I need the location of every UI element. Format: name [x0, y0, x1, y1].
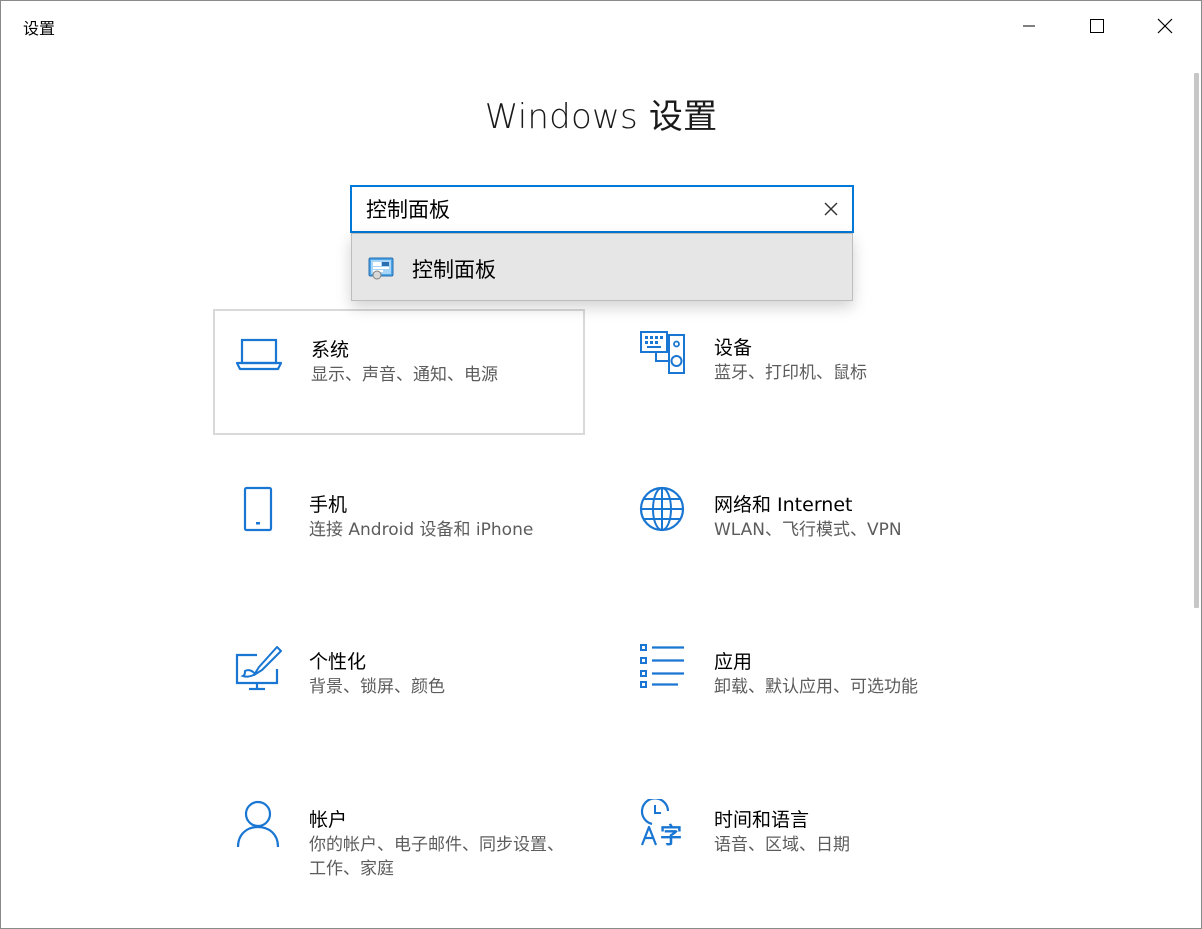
tile-desc: 卸载、默认应用、可选功能 — [714, 677, 918, 697]
scrollbar[interactable] — [1194, 73, 1199, 608]
tile-desc: 蓝牙、打印机、鼠标 — [714, 363, 867, 383]
control-panel-icon — [368, 256, 394, 284]
minimize-icon — [1023, 25, 1035, 27]
tile-desc: 显示、声音、通知、电源 — [311, 365, 498, 385]
tile-accounts[interactable]: 帐户 你的帐户、电子邮件、同步设置、工作、家庭 — [213, 781, 585, 907]
clear-search-button[interactable] — [818, 196, 844, 222]
tile-title: 个性化 — [309, 651, 367, 673]
settings-window: 设置 Windows 设置 系统 显示、声音、通知、电源 设备 蓝牙、打印机、鼠… — [0, 0, 1202, 929]
tile-time-language[interactable]: 字 时间和语言 语音、区域、日期 — [618, 781, 990, 907]
tile-phone[interactable]: 手机 连接 Android 设备和 iPhone — [213, 466, 585, 592]
tile-desc: 语音、区域、日期 — [714, 835, 850, 855]
tile-desc: 连接 Android 设备和 iPhone — [309, 520, 534, 540]
tile-devices[interactable]: 设备 蓝牙、打印机、鼠标 — [618, 309, 990, 435]
laptop-icon — [235, 329, 285, 379]
maximize-icon — [1090, 19, 1104, 33]
page-title: Windows 设置 — [484, 97, 718, 137]
tile-title: 设备 — [714, 337, 753, 359]
personalization-icon — [233, 641, 283, 691]
tile-network[interactable]: 网络和 Internet WLAN、飞行模式、VPN — [618, 466, 990, 592]
tile-title: 系统 — [311, 339, 350, 361]
app-title: 设置 — [23, 19, 56, 38]
close-icon — [1157, 18, 1173, 34]
tile-personalization[interactable]: 个性化 背景、锁屏、颜色 — [213, 623, 585, 749]
tile-desc: 背景、锁屏、颜色 — [309, 677, 445, 697]
person-icon — [233, 799, 283, 849]
search-box[interactable] — [350, 185, 854, 233]
search-suggestion-item[interactable]: 控制面板 — [351, 233, 853, 301]
svg-text:字: 字 — [660, 823, 682, 849]
tile-apps[interactable]: 应用 卸载、默认应用、可选功能 — [618, 623, 990, 749]
tile-title: 帐户 — [309, 809, 348, 831]
tile-title: 应用 — [714, 651, 753, 673]
title-bar[interactable]: 设置 — [1, 1, 1201, 51]
search-input[interactable] — [366, 195, 806, 223]
suggestion-label: 控制面板 — [412, 258, 496, 282]
tile-desc: WLAN、飞行模式、VPN — [714, 520, 902, 540]
devices-icon — [638, 327, 688, 377]
tile-desc: 你的帐户、电子邮件、同步设置、工作、家庭 — [309, 835, 564, 879]
minimize-button[interactable] — [995, 1, 1063, 51]
tile-title: 手机 — [309, 494, 348, 516]
phone-icon — [233, 484, 283, 534]
apps-list-icon — [638, 641, 688, 691]
tile-title: 网络和 Internet — [714, 494, 853, 516]
time-language-icon: 字 — [638, 797, 688, 849]
tile-title: 时间和语言 — [714, 809, 810, 831]
close-button[interactable] — [1131, 1, 1199, 51]
globe-icon — [638, 484, 688, 534]
clear-icon — [824, 202, 838, 216]
tile-system[interactable]: 系统 显示、声音、通知、电源 — [213, 309, 585, 435]
maximize-button[interactable] — [1063, 1, 1131, 51]
